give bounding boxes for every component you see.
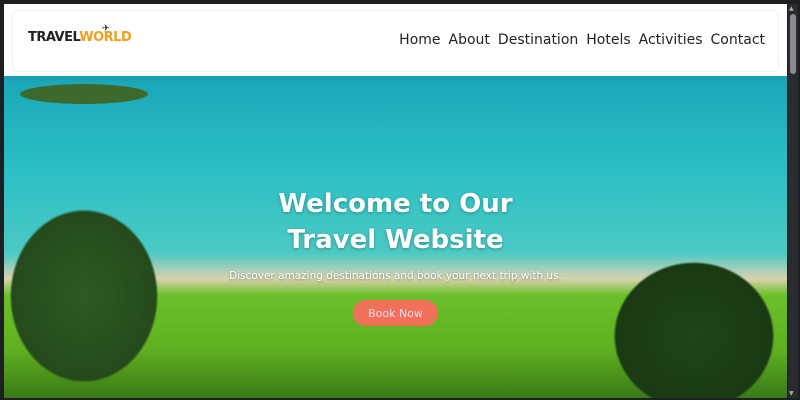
scrollbar[interactable]: ▲ ▼ [788,4,798,398]
scrollbar-thumb[interactable] [790,14,796,74]
hero-title: Welcome to Our Travel Website [278,189,513,255]
browser-viewport: TRAVELWORLD ✈ Home About Destination Hot… [4,4,787,398]
airplane-icon: ✈ [102,24,110,34]
nav-about[interactable]: About [449,32,490,48]
hero-subtitle: Discover amazing destinations and book y… [229,270,562,282]
scroll-down-icon[interactable]: ▼ [789,390,794,397]
book-now-button[interactable]: Book Now [353,300,438,326]
nav-activities[interactable]: Activities [639,32,703,48]
hero-section: Welcome to Our Travel Website Discover a… [4,76,787,398]
nav-destination[interactable]: Destination [498,32,578,48]
logo-text-travel: TRAVEL [28,30,80,45]
nav-contact[interactable]: Contact [711,32,765,48]
nav-hotels[interactable]: Hotels [586,32,630,48]
main-nav: Home About Destination Hotels Activities… [399,32,765,48]
logo[interactable]: TRAVELWORLD ✈ [28,24,132,45]
site-header: TRAVELWORLD ✈ Home About Destination Hot… [4,4,787,76]
scroll-up-icon[interactable]: ▲ [789,5,794,12]
nav-home[interactable]: Home [399,32,440,48]
